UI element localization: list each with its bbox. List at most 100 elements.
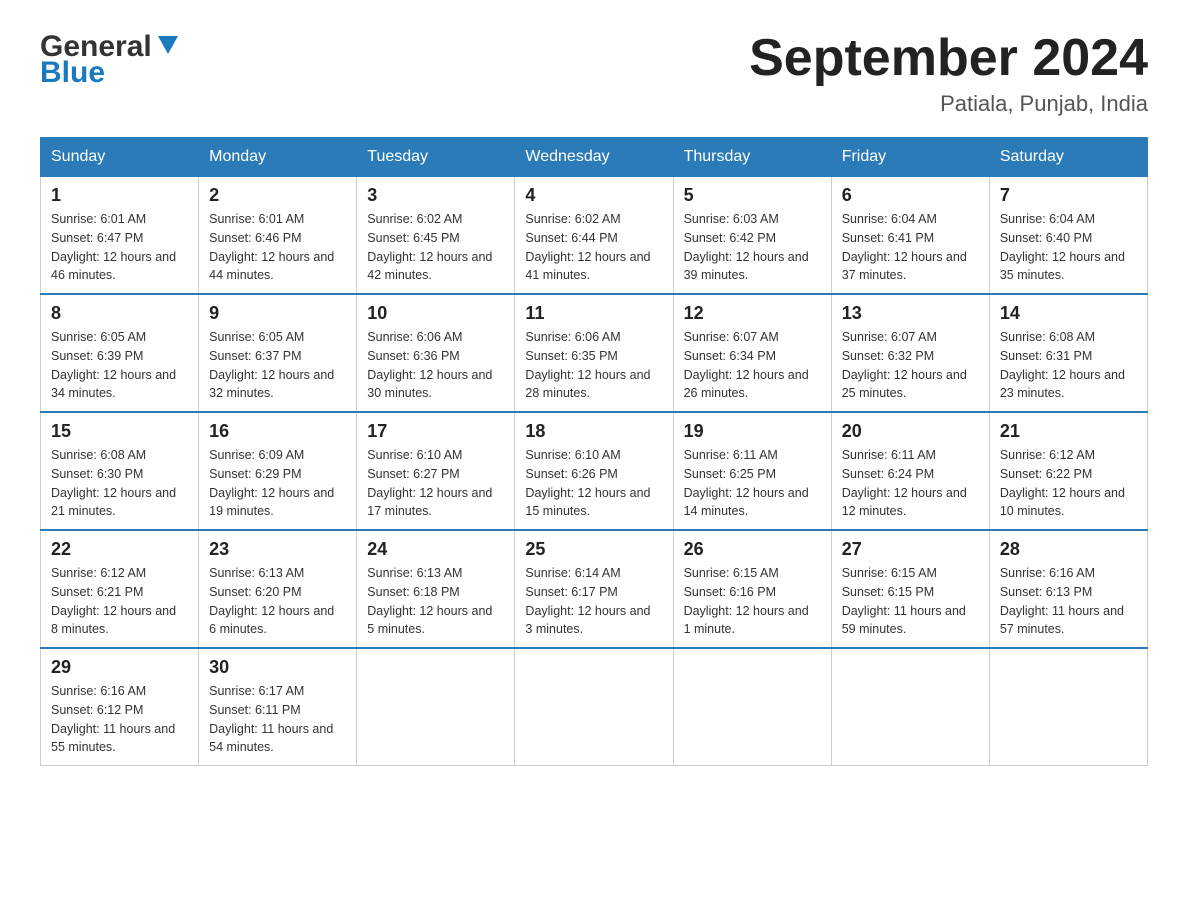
day-number: 25 <box>525 539 662 560</box>
day-number: 7 <box>1000 185 1137 206</box>
header-sunday: Sunday <box>41 138 199 177</box>
calendar-cell: 15Sunrise: 6:08 AMSunset: 6:30 PMDayligh… <box>41 412 199 530</box>
day-info: Sunrise: 6:08 AMSunset: 6:31 PMDaylight:… <box>1000 328 1137 403</box>
day-number: 29 <box>51 657 188 678</box>
day-number: 11 <box>525 303 662 324</box>
calendar-cell: 16 Sunrise: 6:09 AMSunset: 6:29 PMDayligh… <box>199 412 357 530</box>
day-number: 26 <box>684 539 821 560</box>
day-info: Sunrise: 6:11 AMSunset: 6:24 PMDaylight:… <box>842 446 979 521</box>
calendar-cell: 4 Sunrise: 6:02 AMSunset: 6:44 PMDaylight… <box>515 177 673 295</box>
day-info: Sunrise: 6:14 AMSunset: 6:17 PMDaylight:… <box>525 564 662 639</box>
calendar-cell: 11 Sunrise: 6:06 AMSunset: 6:35 PMDayligh… <box>515 294 673 412</box>
day-info: Sunrise: 6:17 AMSunset: 6:11 PMDaylight:… <box>209 682 346 757</box>
day-info: Sunrise: 6:04 AMSunset: 6:41 PMDaylight:… <box>842 210 979 285</box>
day-number: 4 <box>525 185 662 206</box>
calendar-cell: 8 Sunrise: 6:05 AMSunset: 6:39 PMDaylight… <box>41 294 199 412</box>
calendar-cell: 1 Sunrise: 6:01 AMSunset: 6:47 PMDaylight… <box>41 177 199 295</box>
calendar-cell: 9 Sunrise: 6:05 AMSunset: 6:37 PMDaylight… <box>199 294 357 412</box>
header-friday: Friday <box>831 138 989 177</box>
day-number: 3 <box>367 185 504 206</box>
day-info: Sunrise: 6:02 AMSunset: 6:45 PMDaylight:… <box>367 210 504 285</box>
day-info: Sunrise: 6:01 AMSunset: 6:47 PMDaylight:… <box>51 210 188 285</box>
calendar-cell: 19 Sunrise: 6:11 AMSunset: 6:25 PMDayligh… <box>673 412 831 530</box>
day-info: Sunrise: 6:11 AMSunset: 6:25 PMDaylight:… <box>684 446 821 521</box>
calendar-cell: 27Sunrise: 6:15 AMSunset: 6:15 PMDayligh… <box>831 530 989 648</box>
calendar-cell <box>515 648 673 766</box>
day-number: 24 <box>367 539 504 560</box>
month-title: September 2024 <box>749 30 1148 87</box>
day-number: 5 <box>684 185 821 206</box>
calendar-week-3: 15Sunrise: 6:08 AMSunset: 6:30 PMDayligh… <box>41 412 1148 530</box>
day-info: Sunrise: 6:12 AMSunset: 6:22 PMDaylight:… <box>1000 446 1137 521</box>
day-info: Sunrise: 6:16 AMSunset: 6:12 PMDaylight:… <box>51 682 188 757</box>
day-info: Sunrise: 6:13 AMSunset: 6:18 PMDaylight:… <box>367 564 504 639</box>
calendar-week-4: 22Sunrise: 6:12 AMSunset: 6:21 PMDayligh… <box>41 530 1148 648</box>
calendar-cell <box>989 648 1147 766</box>
header-monday: Monday <box>199 138 357 177</box>
title-block: September 2024 Patiala, Punjab, India <box>749 30 1148 117</box>
calendar-cell: 13 Sunrise: 6:07 AMSunset: 6:32 PMDayligh… <box>831 294 989 412</box>
calendar-cell <box>357 648 515 766</box>
calendar-cell: 18Sunrise: 6:10 AMSunset: 6:26 PMDayligh… <box>515 412 673 530</box>
calendar-week-5: 29 Sunrise: 6:16 AMSunset: 6:12 PMDayligh… <box>41 648 1148 766</box>
day-number: 19 <box>684 421 821 442</box>
day-info: Sunrise: 6:06 AMSunset: 6:35 PMDaylight:… <box>525 328 662 403</box>
day-info: Sunrise: 6:10 AMSunset: 6:26 PMDaylight:… <box>525 446 662 521</box>
day-number: 28 <box>1000 539 1137 560</box>
day-number: 15 <box>51 421 188 442</box>
logo: General Blue <box>40 30 182 90</box>
day-info: Sunrise: 6:07 AMSunset: 6:32 PMDaylight:… <box>842 328 979 403</box>
day-number: 30 <box>209 657 346 678</box>
day-info: Sunrise: 6:02 AMSunset: 6:44 PMDaylight:… <box>525 210 662 285</box>
day-info: Sunrise: 6:13 AMSunset: 6:20 PMDaylight:… <box>209 564 346 639</box>
calendar-cell: 7Sunrise: 6:04 AMSunset: 6:40 PMDaylight… <box>989 177 1147 295</box>
day-info: Sunrise: 6:15 AMSunset: 6:16 PMDaylight:… <box>684 564 821 639</box>
calendar-cell: 30 Sunrise: 6:17 AMSunset: 6:11 PMDayligh… <box>199 648 357 766</box>
day-number: 8 <box>51 303 188 324</box>
day-info: Sunrise: 6:05 AMSunset: 6:37 PMDaylight:… <box>209 328 346 403</box>
calendar-week-1: 1 Sunrise: 6:01 AMSunset: 6:47 PMDaylight… <box>41 177 1148 295</box>
calendar-cell: 6 Sunrise: 6:04 AMSunset: 6:41 PMDaylight… <box>831 177 989 295</box>
location: Patiala, Punjab, India <box>749 91 1148 117</box>
calendar-cell: 12 Sunrise: 6:07 AMSunset: 6:34 PMDayligh… <box>673 294 831 412</box>
day-number: 27 <box>842 539 979 560</box>
calendar-header-row: Sunday Monday Tuesday Wednesday Thursday… <box>41 138 1148 177</box>
calendar-cell: 5 Sunrise: 6:03 AMSunset: 6:42 PMDaylight… <box>673 177 831 295</box>
calendar-cell: 21Sunrise: 6:12 AMSunset: 6:22 PMDayligh… <box>989 412 1147 530</box>
logo-triangle-icon <box>154 30 182 58</box>
day-number: 20 <box>842 421 979 442</box>
calendar-cell: 22Sunrise: 6:12 AMSunset: 6:21 PMDayligh… <box>41 530 199 648</box>
calendar-cell: 20 Sunrise: 6:11 AMSunset: 6:24 PMDayligh… <box>831 412 989 530</box>
day-number: 22 <box>51 539 188 560</box>
header-wednesday: Wednesday <box>515 138 673 177</box>
page-header: General Blue September 2024 Patiala, Pun… <box>40 30 1148 117</box>
day-info: Sunrise: 6:06 AMSunset: 6:36 PMDaylight:… <box>367 328 504 403</box>
day-number: 9 <box>209 303 346 324</box>
calendar-table: Sunday Monday Tuesday Wednesday Thursday… <box>40 137 1148 766</box>
day-number: 1 <box>51 185 188 206</box>
day-number: 10 <box>367 303 504 324</box>
calendar-cell: 3 Sunrise: 6:02 AMSunset: 6:45 PMDaylight… <box>357 177 515 295</box>
calendar-week-2: 8 Sunrise: 6:05 AMSunset: 6:39 PMDaylight… <box>41 294 1148 412</box>
day-number: 2 <box>209 185 346 206</box>
calendar-cell: 29 Sunrise: 6:16 AMSunset: 6:12 PMDayligh… <box>41 648 199 766</box>
calendar-cell: 17 Sunrise: 6:10 AMSunset: 6:27 PMDayligh… <box>357 412 515 530</box>
day-number: 17 <box>367 421 504 442</box>
day-info: Sunrise: 6:07 AMSunset: 6:34 PMDaylight:… <box>684 328 821 403</box>
calendar-cell: 2Sunrise: 6:01 AMSunset: 6:46 PMDaylight… <box>199 177 357 295</box>
calendar-cell <box>673 648 831 766</box>
day-number: 13 <box>842 303 979 324</box>
day-number: 12 <box>684 303 821 324</box>
calendar-cell: 10 Sunrise: 6:06 AMSunset: 6:36 PMDayligh… <box>357 294 515 412</box>
header-tuesday: Tuesday <box>357 138 515 177</box>
calendar-cell: 26 Sunrise: 6:15 AMSunset: 6:16 PMDayligh… <box>673 530 831 648</box>
day-info: Sunrise: 6:03 AMSunset: 6:42 PMDaylight:… <box>684 210 821 285</box>
day-number: 16 <box>209 421 346 442</box>
header-saturday: Saturday <box>989 138 1147 177</box>
day-info: Sunrise: 6:09 AMSunset: 6:29 PMDaylight:… <box>209 446 346 521</box>
day-number: 23 <box>209 539 346 560</box>
day-info: Sunrise: 6:05 AMSunset: 6:39 PMDaylight:… <box>51 328 188 403</box>
day-number: 6 <box>842 185 979 206</box>
calendar-cell <box>831 648 989 766</box>
day-info: Sunrise: 6:10 AMSunset: 6:27 PMDaylight:… <box>367 446 504 521</box>
